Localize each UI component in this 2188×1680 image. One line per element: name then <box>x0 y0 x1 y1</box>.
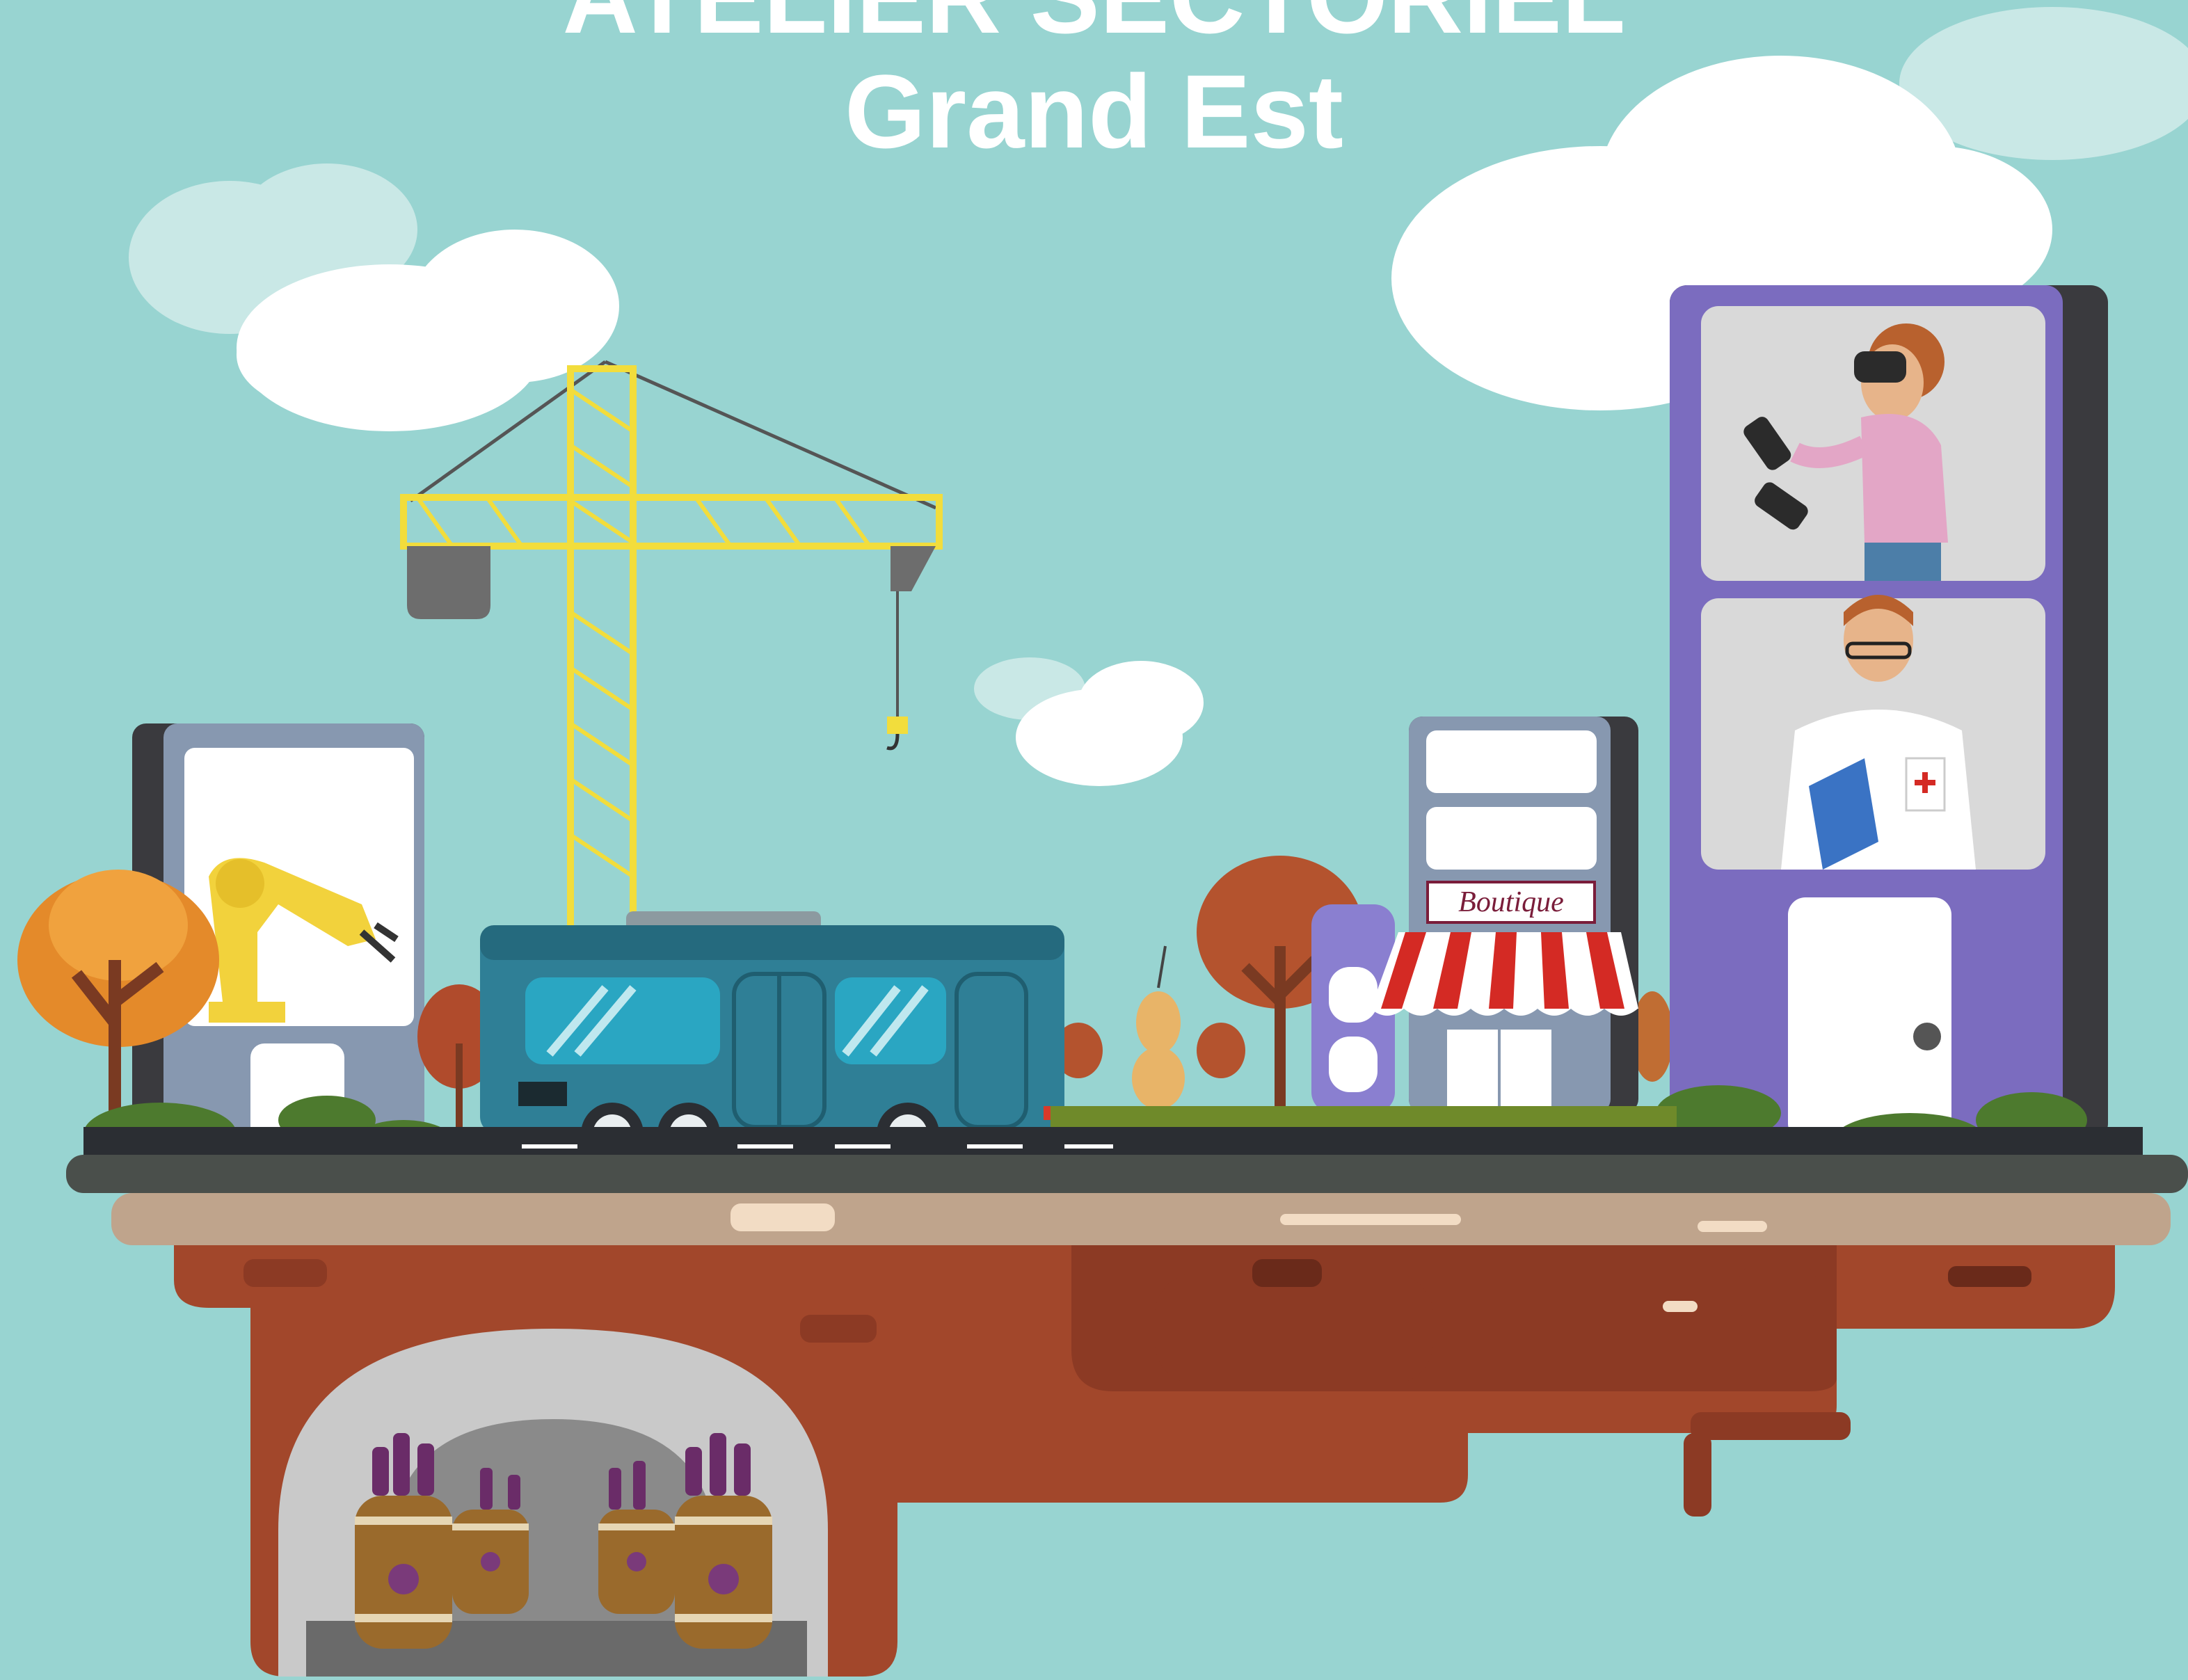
page-title-line1: ATELIER SECTORIEL <box>0 0 2188 49</box>
grass-strip <box>1051 1106 1677 1127</box>
road-edge <box>66 1155 2188 1193</box>
page-title-line2: Grand Est <box>845 53 1343 170</box>
sculpture <box>1132 945 1185 1110</box>
road <box>83 1127 2143 1155</box>
shop-awning-icon <box>1371 932 1638 1016</box>
shop-sign: Boutique <box>1458 886 1564 918</box>
crane-icon <box>400 360 943 943</box>
ground-top <box>111 1193 2171 1245</box>
illustration <box>17 7 2188 1677</box>
